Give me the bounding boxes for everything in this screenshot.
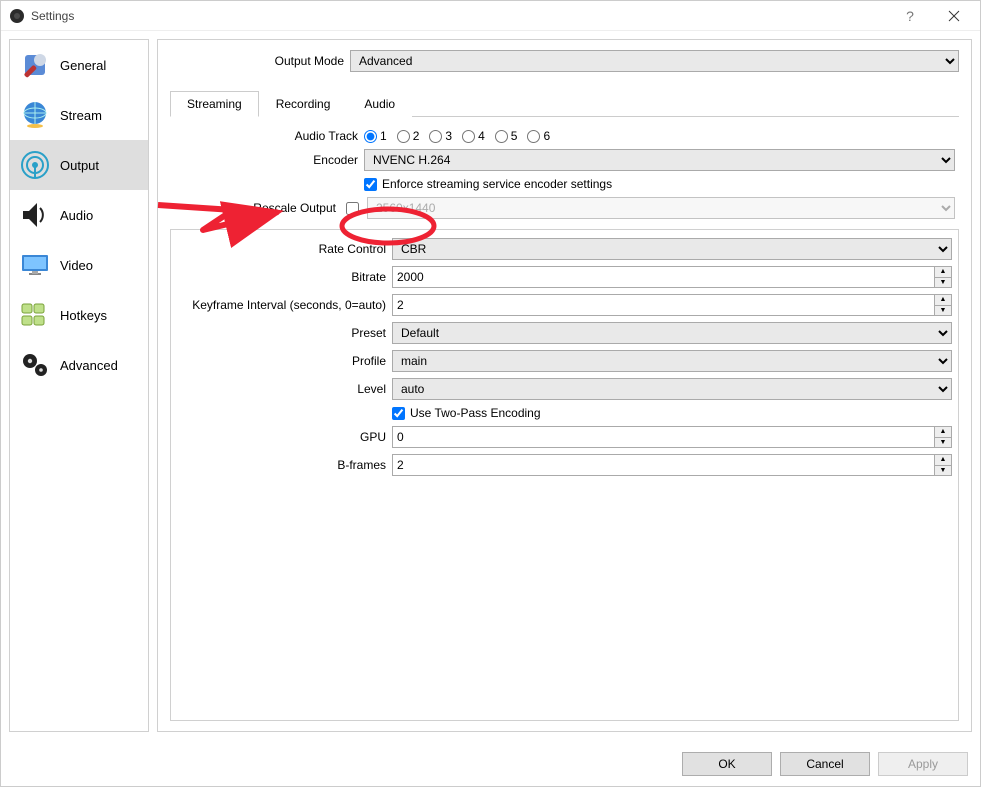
encoder-settings-group: Rate Control CBR Bitrate ▲▼ Keyframe Int… xyxy=(170,229,959,721)
audio-track-1[interactable]: 1 xyxy=(364,129,387,143)
audio-track-label: Audio Track xyxy=(174,129,364,143)
sidebar-item-label: Stream xyxy=(60,108,102,123)
sidebar-item-advanced[interactable]: Advanced xyxy=(10,340,148,390)
help-button[interactable]: ? xyxy=(888,1,932,31)
sidebar-item-label: General xyxy=(60,58,106,73)
bframes-stepper[interactable]: ▲▼ xyxy=(935,454,952,476)
output-mode-select[interactable]: Advanced xyxy=(350,50,959,72)
wrench-icon xyxy=(18,48,52,82)
sidebar-item-label: Output xyxy=(60,158,99,173)
sidebar-item-hotkeys[interactable]: Hotkeys xyxy=(10,290,148,340)
speaker-icon xyxy=(18,198,52,232)
globe-icon xyxy=(18,98,52,132)
encoder-select[interactable]: NVENC H.264 xyxy=(364,149,955,171)
monitor-icon xyxy=(18,248,52,282)
output-mode-label: Output Mode xyxy=(170,54,350,68)
gpu-label: GPU xyxy=(177,430,392,444)
encoder-label: Encoder xyxy=(174,153,364,167)
profile-select[interactable]: main xyxy=(392,350,952,372)
rescale-select: 2560x1440 xyxy=(367,197,955,219)
sidebar-item-video[interactable]: Video xyxy=(10,240,148,290)
level-select[interactable]: auto xyxy=(392,378,952,400)
output-settings-panel: Output Mode Advanced Streaming Recording… xyxy=(157,39,972,732)
output-tabs: Streaming Recording Audio xyxy=(170,90,959,117)
keyframe-label: Keyframe Interval (seconds, 0=auto) xyxy=(177,298,392,312)
audio-track-group: 1 2 3 4 5 6 xyxy=(364,129,550,143)
sidebar-item-output[interactable]: Output xyxy=(10,140,148,190)
sidebar-item-label: Video xyxy=(60,258,93,273)
gpu-input[interactable] xyxy=(392,426,935,448)
rescale-label: Rescale Output xyxy=(174,201,342,215)
gpu-stepper[interactable]: ▲▼ xyxy=(935,426,952,448)
audio-track-4[interactable]: 4 xyxy=(462,129,485,143)
rate-control-label: Rate Control xyxy=(177,242,392,256)
enforce-encoder-checkbox[interactable]: Enforce streaming service encoder settin… xyxy=(364,177,612,191)
preset-label: Preset xyxy=(177,326,392,340)
audio-track-5[interactable]: 5 xyxy=(495,129,518,143)
bframes-label: B-frames xyxy=(177,458,392,472)
bitrate-input[interactable] xyxy=(392,266,935,288)
sidebar-item-stream[interactable]: Stream xyxy=(10,90,148,140)
keyframe-input[interactable] xyxy=(392,294,935,316)
sidebar-item-general[interactable]: General xyxy=(10,40,148,90)
settings-sidebar: General Stream Output Audio Video xyxy=(9,39,149,732)
two-pass-checkbox[interactable]: Use Two-Pass Encoding xyxy=(392,406,541,420)
bitrate-stepper[interactable]: ▲▼ xyxy=(935,266,952,288)
ok-button[interactable]: OK xyxy=(682,752,772,776)
sidebar-item-label: Hotkeys xyxy=(60,308,107,323)
rate-control-select[interactable]: CBR xyxy=(392,238,952,260)
level-label: Level xyxy=(177,382,392,396)
profile-label: Profile xyxy=(177,354,392,368)
bframes-input[interactable] xyxy=(392,454,935,476)
sidebar-item-label: Audio xyxy=(60,208,93,223)
window-title: Settings xyxy=(31,9,888,23)
audio-track-3[interactable]: 3 xyxy=(429,129,452,143)
broadcast-icon xyxy=(18,148,52,182)
sidebar-item-audio[interactable]: Audio xyxy=(10,190,148,240)
keyframe-stepper[interactable]: ▲▼ xyxy=(935,294,952,316)
preset-select[interactable]: Default xyxy=(392,322,952,344)
tab-recording[interactable]: Recording xyxy=(259,91,348,117)
apply-button: Apply xyxy=(878,752,968,776)
audio-track-6[interactable]: 6 xyxy=(527,129,550,143)
rescale-checkbox[interactable] xyxy=(346,202,359,215)
tab-audio[interactable]: Audio xyxy=(347,91,412,117)
title-bar: Settings ? xyxy=(1,1,980,31)
app-logo-icon xyxy=(9,8,25,24)
audio-track-2[interactable]: 2 xyxy=(397,129,420,143)
cancel-button[interactable]: Cancel xyxy=(780,752,870,776)
close-button[interactable] xyxy=(932,1,976,31)
dialog-buttons: OK Cancel Apply xyxy=(1,740,980,786)
sidebar-item-label: Advanced xyxy=(60,358,118,373)
keyboard-icon xyxy=(18,298,52,332)
tab-streaming[interactable]: Streaming xyxy=(170,91,259,117)
gears-icon xyxy=(18,348,52,382)
bitrate-label: Bitrate xyxy=(177,270,392,284)
